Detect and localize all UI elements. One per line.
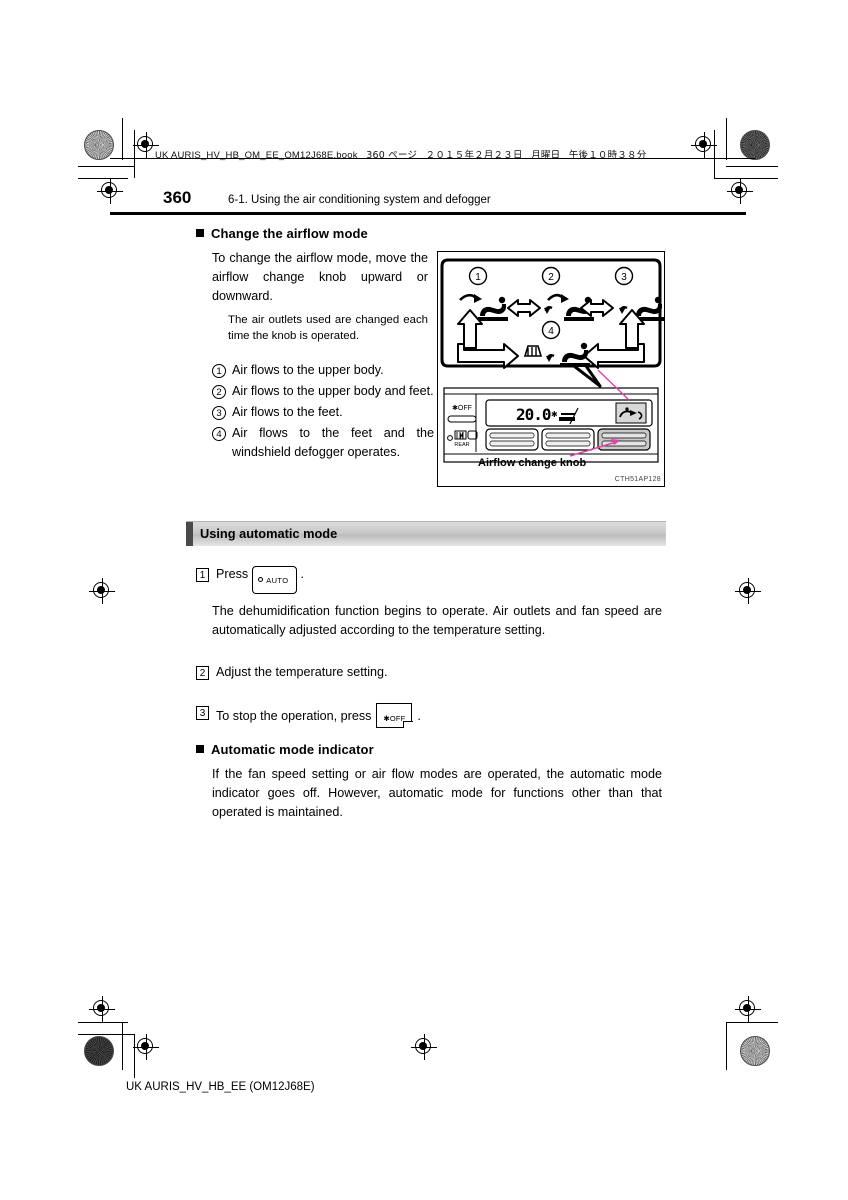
color-burst-mark-bottom-left bbox=[84, 1036, 114, 1066]
print-header-weekday: 月曜日 bbox=[531, 150, 561, 161]
crop-line-top-left-v bbox=[122, 118, 123, 160]
page-number: 360 bbox=[163, 188, 192, 207]
airflow-figure: 1 2 3 4 ✱OFF REAR 20.0 ✱ Airflow change … bbox=[437, 251, 665, 487]
figure-callout-4-label: 4 bbox=[548, 326, 554, 337]
color-burst-mark-top-left bbox=[84, 130, 114, 160]
list-item-number: 2 bbox=[212, 385, 226, 399]
crop-line-top-left-h2 bbox=[78, 166, 134, 167]
step-2-text: Adjust the temperature setting. bbox=[216, 665, 388, 679]
section-bar-accent bbox=[186, 522, 193, 546]
crop-line-top-right-v bbox=[726, 118, 727, 160]
figure-knob-label: Airflow change knob bbox=[478, 457, 587, 469]
heading-automatic-mode-indicator-label: Automatic mode indicator bbox=[211, 742, 374, 757]
crop-line-bottom-left-v bbox=[122, 1022, 123, 1070]
registration-mark-bottom-center-left bbox=[133, 1034, 159, 1060]
title-divider bbox=[110, 212, 746, 215]
step-3-label: To stop the operation, press bbox=[216, 709, 372, 723]
figure-callout-3-label: 3 bbox=[621, 272, 627, 283]
registration-mark-top-center-right bbox=[691, 132, 717, 158]
list-item-label: Air flows to the upper body. bbox=[232, 363, 384, 377]
auto-button-indicator-icon bbox=[258, 577, 264, 582]
registration-mark-bottom-left bbox=[89, 996, 115, 1022]
list-item: 2 Air flows to the upper body and feet. bbox=[212, 382, 434, 401]
figure-callout-1-label: 1 bbox=[475, 272, 481, 283]
heading-change-airflow-mode: Change the airflow mode bbox=[196, 226, 368, 241]
registration-mark-top-right bbox=[727, 178, 753, 204]
registration-mark-left-middle bbox=[89, 578, 115, 604]
step-1-period: . bbox=[300, 567, 305, 581]
section-bar-title: Using automatic mode bbox=[200, 526, 338, 541]
auto-button-label: AUTO bbox=[266, 576, 289, 585]
registration-mark-right-middle bbox=[735, 578, 761, 604]
list-item: 4 Air flows to the feet and the windshie… bbox=[212, 424, 434, 462]
step-3-number: 3 bbox=[196, 706, 209, 720]
airflow-figure-svg: 1 2 3 4 ✱OFF REAR 20.0 ✱ bbox=[440, 258, 664, 463]
crop-line-bottom-left-h bbox=[78, 1022, 128, 1023]
list-item: 1 Air flows to the upper body. bbox=[212, 361, 434, 380]
list-item-label: Air flows to the upper body and feet. bbox=[232, 384, 434, 398]
step-1-number: 1 bbox=[196, 568, 209, 582]
step-1-note: The dehumidification function begins to … bbox=[212, 604, 662, 637]
crop-line-bottom-right-h bbox=[726, 1022, 778, 1023]
step-3: 3 To stop the operation, press ✱OFF. bbox=[196, 703, 546, 729]
panel-off-label: ✱OFF bbox=[452, 404, 472, 412]
off-button[interactable]: ✱OFF bbox=[376, 703, 413, 729]
panel-knob-center bbox=[541, 428, 595, 451]
crop-line-top-right-h bbox=[726, 166, 778, 167]
list-item-number: 1 bbox=[212, 364, 226, 378]
panel-rear-label: REAR bbox=[454, 442, 469, 448]
crop-line-bottom-left-h2 bbox=[78, 1034, 134, 1035]
section-bar-using-automatic-mode: Using automatic mode bbox=[186, 521, 666, 546]
registration-mark-top-left bbox=[97, 178, 123, 204]
print-header-page: 360 ページ bbox=[366, 150, 418, 161]
figure-callout-2-label: 2 bbox=[548, 272, 554, 283]
bullet-square-icon bbox=[196, 229, 204, 237]
panel-airflow-mode-icon bbox=[615, 402, 647, 424]
step-2: 2 Adjust the temperature setting. bbox=[196, 663, 546, 682]
step-1-text: Press AUTO. bbox=[216, 565, 304, 594]
figure-code-label: CTH51AP128 bbox=[614, 476, 661, 483]
color-burst-mark-bottom-right bbox=[740, 1036, 770, 1066]
automatic-mode-indicator-body: If the fan speed setting or air flow mod… bbox=[212, 767, 662, 819]
crop-line-bottom-right-v bbox=[726, 1022, 727, 1070]
heading-change-airflow-mode-label: Change the airflow mode bbox=[211, 226, 368, 241]
panel-airflow-change-knob bbox=[597, 428, 651, 451]
panel-temperature-display: 20.0 bbox=[516, 405, 551, 424]
step-3-text: To stop the operation, press ✱OFF. bbox=[216, 703, 421, 729]
step-1-label: Press bbox=[216, 567, 249, 581]
print-header-time: 午後１０時３８分 bbox=[568, 150, 647, 161]
step-3-period: . bbox=[417, 709, 421, 723]
print-header-date: ２０１５年２月２３日 bbox=[425, 150, 523, 161]
print-header-filename: UK AURIS_HV_HB_OM_EE_OM12J68E.book bbox=[155, 150, 358, 161]
heading-automatic-mode-indicator: Automatic mode indicator bbox=[196, 742, 374, 757]
svg-text:✱: ✱ bbox=[551, 410, 558, 419]
header-divider bbox=[110, 158, 755, 159]
ac-control-panel: ✱OFF REAR 20.0 ✱ bbox=[443, 387, 659, 463]
airflow-note-text: The air outlets used are changed each ti… bbox=[228, 314, 428, 342]
bullet-square-icon bbox=[196, 745, 204, 753]
step-2-number: 2 bbox=[196, 666, 209, 680]
panel-knob-left bbox=[485, 428, 539, 451]
registration-mark-bottom-center-right bbox=[411, 1034, 437, 1060]
registration-mark-bottom-right bbox=[735, 996, 761, 1022]
chapter-title: 6-1. Using the air conditioning system a… bbox=[228, 194, 491, 206]
color-burst-mark-top-right bbox=[740, 130, 770, 160]
step-1: 1 Press AUTO. bbox=[196, 565, 496, 594]
page-footer: UK AURIS_HV_HB_EE (OM12J68E) bbox=[126, 1081, 315, 1093]
list-item-label: Air flows to the feet and the windshield… bbox=[232, 426, 434, 459]
airflow-mode-list: 1 Air flows to the upper body. 2 Air flo… bbox=[212, 361, 434, 464]
list-item-label: Air flows to the feet. bbox=[232, 405, 343, 419]
list-item: 3 Air flows to the feet. bbox=[212, 403, 434, 422]
list-item-number: 4 bbox=[212, 427, 226, 441]
airflow-intro-text: To change the airflow mode, move the air… bbox=[212, 251, 428, 303]
off-button-notch bbox=[402, 721, 413, 729]
list-item-number: 3 bbox=[212, 406, 226, 420]
auto-button[interactable]: AUTO bbox=[252, 566, 297, 594]
